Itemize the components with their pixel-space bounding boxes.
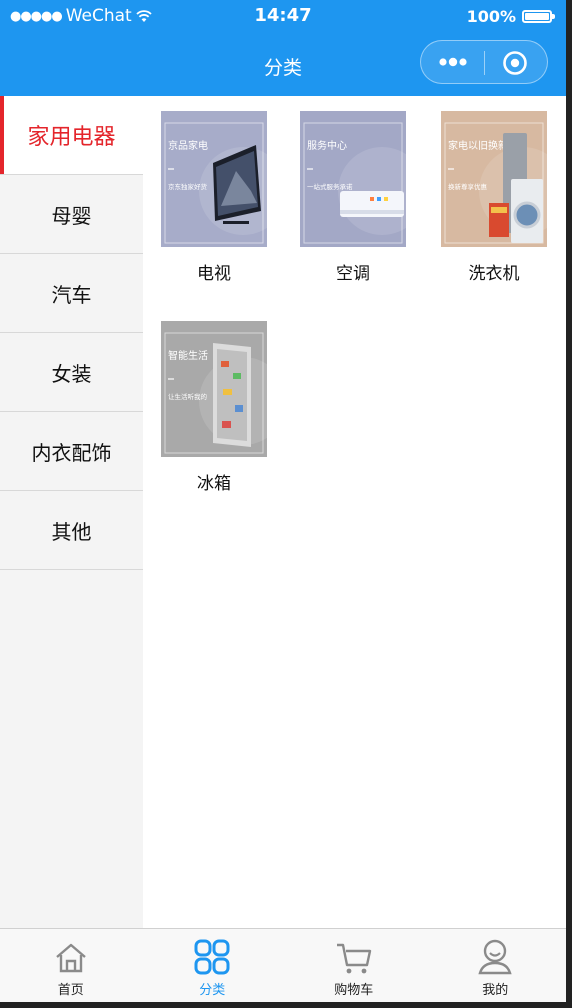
- product-item[interactable]: 京品家电京东独家好货电视: [161, 111, 267, 284]
- capsule-divider: [484, 51, 485, 75]
- nav-bar: 分类: [0, 32, 566, 96]
- capsule-menu: [420, 40, 548, 84]
- banner-subtitle: 一站式服务承诺: [307, 182, 353, 191]
- sidebar-item-label: 汽车: [51, 282, 92, 307]
- bottom-tab-bar: 首页 分类 购物车 我的: [0, 928, 566, 1002]
- status-right: 100%: [466, 7, 555, 26]
- banner-title: 智能生活: [168, 349, 208, 362]
- tab-label: 我的: [482, 983, 509, 998]
- product-label: 冰箱: [197, 474, 231, 494]
- product-thumbnail[interactable]: 家电以旧换新换新尊享优惠: [441, 111, 547, 247]
- banner-subtitle: 京东独家好货: [168, 182, 208, 191]
- sidebar-item[interactable]: 母婴: [0, 175, 143, 254]
- sidebar-item-label: 其他: [51, 519, 92, 544]
- product-item[interactable]: 服务中心一站式服务承诺空调: [300, 111, 406, 284]
- tab-item[interactable]: 分类: [142, 929, 284, 1002]
- category-icon: [194, 939, 230, 975]
- banner-title: 京品家电: [168, 139, 208, 152]
- sidebar-item[interactable]: 女装: [0, 333, 143, 412]
- product-label: 电视: [197, 264, 231, 284]
- sidebar-item-label: 母婴: [51, 203, 92, 228]
- tab-item[interactable]: 购物车: [283, 929, 425, 1002]
- tab-label: 分类: [199, 983, 226, 998]
- product-item[interactable]: 智能生活让生活听我的冰箱: [161, 321, 267, 494]
- banner-subtitle: 换新尊享优惠: [448, 182, 488, 191]
- product-item[interactable]: 家电以旧换新换新尊享优惠洗衣机: [441, 111, 547, 284]
- product-label: 空调: [336, 264, 370, 284]
- banner-title: 家电以旧换新: [448, 139, 508, 152]
- product-thumbnail[interactable]: 智能生活让生活听我的: [161, 321, 267, 457]
- battery-percent: 100%: [466, 7, 516, 26]
- close-miniprogram-icon[interactable]: [501, 49, 529, 77]
- battery-icon: [522, 10, 555, 23]
- sidebar-item[interactable]: 其他: [0, 491, 143, 570]
- product-thumbnail[interactable]: 服务中心一站式服务承诺: [300, 111, 406, 247]
- category-sidebar: 家用电器母婴汽车女装内衣配饰其他: [0, 96, 143, 928]
- tab-label: 购物车: [334, 983, 374, 998]
- home-icon: [55, 943, 86, 973]
- status-bar: ●●●●● WeChat 14:47 100%: [0, 0, 566, 32]
- tab-label: 首页: [57, 983, 84, 998]
- product-grid: 京品家电 京东独家好货 电视 服务中心 一站式服务承诺 空调 家电以旧换新 换新尊享优惠 洗衣机…: [143, 96, 566, 928]
- banner-title: 服务中心: [307, 139, 347, 152]
- sidebar-item[interactable]: 家用电器: [0, 96, 143, 175]
- sidebar-item-label: 内衣配饰: [31, 440, 112, 465]
- more-options-icon[interactable]: [435, 52, 471, 72]
- product-label: 洗衣机: [468, 264, 520, 284]
- phone-screen: ●●●●● WeChat 14:47 100% 分类 家用电器 母婴 汽车 女装…: [0, 0, 566, 1002]
- product-thumbnail[interactable]: 京品家电京东独家好货: [161, 111, 267, 247]
- sidebar-item-label: 女装: [51, 361, 92, 386]
- banner-subtitle: 让生活听我的: [168, 392, 208, 401]
- tab-item[interactable]: 首页: [0, 929, 142, 1002]
- cart-icon: [336, 943, 371, 974]
- sidebar-item[interactable]: 汽车: [0, 254, 143, 333]
- sidebar-item-label: 家用电器: [27, 125, 116, 150]
- sidebar-item[interactable]: 内衣配饰: [0, 412, 143, 491]
- tab-item[interactable]: 我的: [425, 929, 567, 1002]
- profile-icon: [478, 939, 512, 975]
